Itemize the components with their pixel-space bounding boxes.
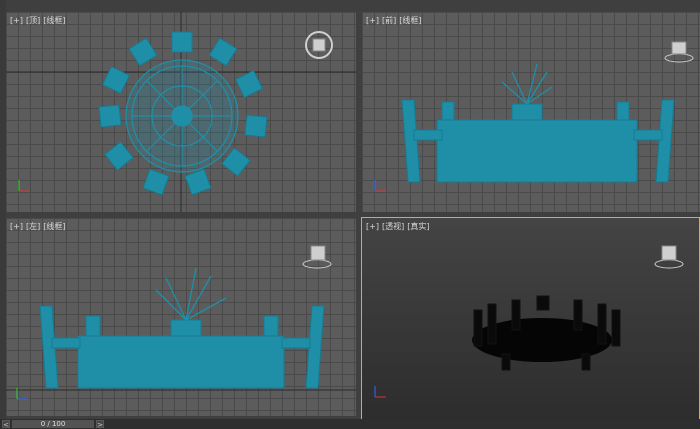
viewport-left[interactable]: [+] [左] [线框] bbox=[6, 218, 356, 416]
view-type[interactable]: [左] bbox=[26, 222, 40, 231]
prev-frame-button[interactable]: < bbox=[2, 420, 10, 429]
viewcube-icon[interactable] bbox=[304, 30, 334, 60]
viewport-label[interactable]: [+] [透视] [真实] bbox=[366, 221, 432, 232]
view-type[interactable]: [前] bbox=[382, 16, 396, 25]
viewport-menu[interactable]: [+] bbox=[366, 16, 379, 25]
shading-mode[interactable]: [线框] bbox=[43, 222, 65, 231]
viewcube-icon[interactable] bbox=[302, 242, 332, 272]
next-frame-button[interactable]: > bbox=[96, 420, 104, 429]
shading-mode[interactable]: [真实] bbox=[407, 222, 429, 231]
viewcube-icon[interactable] bbox=[654, 242, 684, 272]
frame-slider[interactable]: 0 / 100 bbox=[12, 420, 94, 428]
time-slider-bar bbox=[0, 419, 700, 429]
viewport-perspective[interactable]: [+] [透视] [真实] bbox=[361, 217, 700, 420]
shading-mode[interactable]: [线框] bbox=[43, 16, 65, 25]
axis-tripod-icon bbox=[372, 178, 388, 194]
viewport-menu[interactable]: [+] bbox=[10, 16, 23, 25]
viewport-label[interactable]: [+] [左] [线框] bbox=[10, 221, 68, 232]
axis-tripod-icon bbox=[14, 386, 30, 402]
viewport-menu[interactable]: [+] bbox=[366, 222, 379, 231]
shading-mode[interactable]: [线框] bbox=[399, 16, 421, 25]
viewport-menu[interactable]: [+] bbox=[10, 222, 23, 231]
viewport-top[interactable]: [+] [顶] [线框] bbox=[6, 12, 356, 212]
viewport-front[interactable]: [+] [前] [线框] bbox=[362, 12, 700, 212]
viewcube-icon[interactable] bbox=[664, 38, 694, 68]
axis-tripod-icon bbox=[372, 384, 388, 400]
viewport-label[interactable]: [+] [顶] [线框] bbox=[10, 15, 68, 26]
dining-set-shaded bbox=[472, 295, 621, 371]
view-type[interactable]: [顶] bbox=[26, 16, 40, 25]
view-type[interactable]: [透视] bbox=[382, 222, 404, 231]
axis-tripod-icon bbox=[16, 178, 32, 194]
dining-set-front-wireframe bbox=[401, 63, 675, 183]
viewport-label[interactable]: [+] [前] [线框] bbox=[366, 15, 424, 26]
